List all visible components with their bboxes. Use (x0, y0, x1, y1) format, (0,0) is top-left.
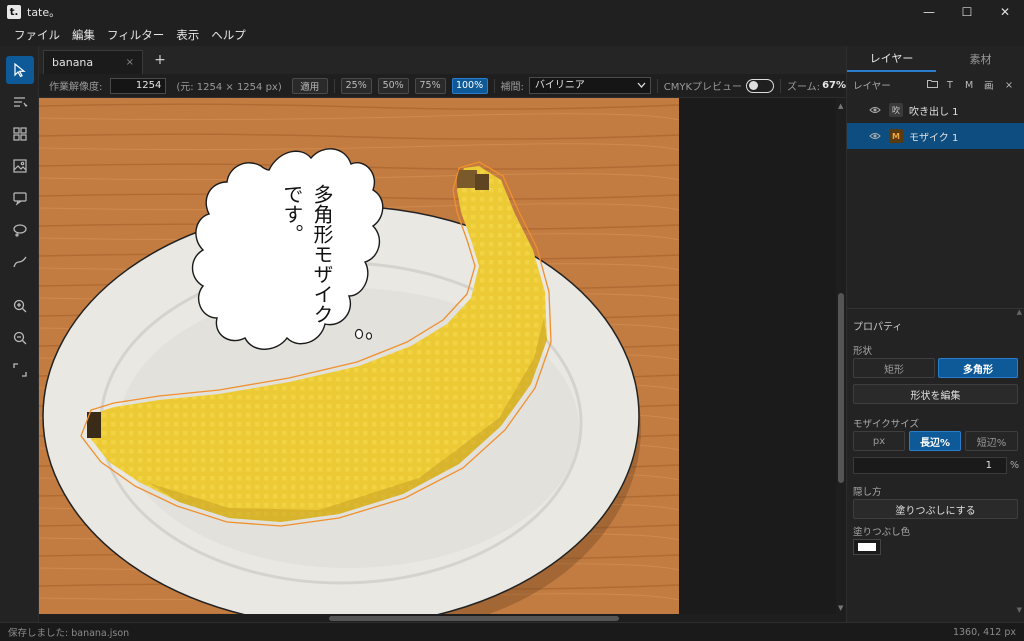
layer-badge: 吹 (889, 103, 903, 117)
menu-filter[interactable]: フィルター (101, 27, 170, 43)
menu-help[interactable]: ヘルプ (205, 27, 252, 43)
interpolation-select[interactable]: バイリニア (528, 77, 651, 94)
zoom-in-icon[interactable] (6, 292, 34, 320)
layer-name: モザイク 1 (909, 132, 959, 144)
options-bar: 作業解像度: 1254 (元: 1254 × 1254 px) 適用 25% 5… (39, 74, 846, 98)
right-panel: レイヤー 素材 レイヤー T M 画 × 吹 吹き出し 1 M モザイク 1 プ… (846, 46, 1024, 622)
resolution-label: 作業解像度: (49, 82, 103, 93)
original-size-text: (元: 1254 × 1254 px) (176, 82, 282, 93)
size-unit-short-side-button[interactable]: 短辺% (965, 431, 1018, 451)
maximize-button[interactable]: ☐ (948, 0, 986, 24)
apply-button[interactable]: 適用 (291, 77, 328, 94)
canvas-area[interactable]: 多角形モザイク です。 (39, 98, 836, 614)
preset-50-button[interactable]: 50% (377, 77, 409, 94)
fill-mode-button[interactable]: 塗りつぶしにする (853, 499, 1018, 519)
fill-color-swatch[interactable] (853, 539, 881, 555)
app-logo: t. (7, 5, 21, 19)
vertical-scroll-thumb[interactable] (838, 293, 844, 483)
preset-100-button[interactable]: 100% (451, 77, 488, 94)
menu-view[interactable]: 表示 (170, 27, 205, 43)
tool-bar (0, 46, 39, 622)
grid-icon[interactable] (6, 120, 34, 148)
shape-polygon-button[interactable]: 多角形 (938, 358, 1018, 378)
layers-header: レイヤー T M 画 × (847, 76, 1024, 94)
document-tab-label: banana (52, 56, 94, 69)
add-image-layer-button[interactable]: 画 (984, 78, 994, 92)
interpolation-label: 補間: (500, 82, 524, 93)
title-bar: t. tate。 — ☐ ✕ (0, 0, 1024, 24)
menu-bar: ファイル 編集 フィルター 表示 ヘルプ (0, 24, 1024, 46)
horizontal-scroll-thumb[interactable] (329, 616, 619, 621)
document-tab[interactable]: banana × (43, 50, 143, 74)
tab-materials[interactable]: 素材 (936, 46, 1024, 72)
eye-icon[interactable] (869, 106, 881, 114)
mosaic-size-label: モザイクサイズ (853, 419, 920, 430)
folder-icon[interactable] (927, 79, 938, 91)
zoom-value: 67% (822, 80, 846, 91)
status-message: 保存しました: banana.json (8, 628, 130, 639)
chevron-down-icon (637, 82, 646, 88)
shape-rect-button[interactable]: 矩形 (853, 358, 935, 378)
balloon-text-line-1: 多角形モザイク (310, 184, 334, 324)
resolution-input[interactable]: 1254 (110, 77, 167, 94)
cursor-coordinates: 1360, 412 px (952, 626, 1016, 638)
layer-row-selected[interactable]: M モザイク 1 (847, 123, 1024, 149)
app-title: tate。 (27, 6, 61, 19)
shape-label: 形状 (853, 346, 873, 357)
document-tab-strip: banana × + (39, 46, 846, 74)
hide-method-label: 隠し方 (853, 487, 882, 498)
tab-layers[interactable]: レイヤー (847, 46, 936, 72)
balloon-text-line-2: です。 (280, 184, 304, 244)
menu-file[interactable]: ファイル (8, 27, 66, 43)
image-icon[interactable] (6, 152, 34, 180)
size-unit-px-button[interactable]: px (853, 431, 905, 451)
zoom-out-icon[interactable] (6, 324, 34, 352)
cmyk-label: CMYKプレビュー (663, 82, 743, 93)
interpolation-value: バイリニア (534, 80, 585, 91)
preset-75-button[interactable]: 75% (414, 77, 446, 94)
close-tab-icon[interactable]: × (126, 57, 134, 68)
layers-label: レイヤー (853, 81, 891, 92)
horizontal-scrollbar[interactable] (39, 614, 836, 622)
menu-edit[interactable]: 編集 (66, 27, 101, 43)
mosaic-size-unit: % (1010, 460, 1020, 471)
add-tab-button[interactable]: + (151, 50, 169, 70)
edit-shape-button[interactable]: 形状を編集 (853, 384, 1018, 404)
layer-name: 吹き出し 1 (909, 106, 959, 118)
vertical-scrollbar[interactable]: ▲ ▼ (836, 98, 846, 614)
text-lines-icon[interactable] (6, 88, 34, 116)
delete-layer-button[interactable]: × (1005, 80, 1013, 91)
fill-color-label: 塗りつぶし色 (853, 527, 911, 538)
add-mosaic-layer-button[interactable]: M (965, 80, 973, 91)
thought-bubble-icon[interactable] (6, 216, 34, 244)
fit-screen-icon[interactable] (6, 356, 34, 384)
status-bar: 保存しました: banana.json 1360, 412 px (0, 622, 1024, 641)
preset-25-button[interactable]: 25% (340, 77, 372, 94)
mosaic-size-input[interactable]: 1 (853, 457, 1007, 474)
cmyk-toggle[interactable] (746, 78, 774, 93)
pen-curve-icon[interactable] (6, 248, 34, 276)
size-unit-long-side-button[interactable]: 長辺% (909, 431, 961, 451)
layer-badge: M (889, 129, 903, 143)
properties-title: プロパティ (853, 322, 903, 333)
close-window-button[interactable]: ✕ (986, 0, 1024, 24)
canvas-image[interactable]: 多角形モザイク です。 (39, 98, 836, 614)
minimize-button[interactable]: — (910, 0, 948, 24)
speech-bubble-icon[interactable] (6, 184, 34, 212)
select-arrow-icon[interactable] (6, 56, 34, 84)
eye-icon[interactable] (869, 132, 881, 140)
zoom-label: ズーム: (786, 82, 821, 93)
layer-row[interactable]: 吹 吹き出し 1 (847, 97, 1024, 123)
add-text-layer-button[interactable]: T (947, 80, 953, 91)
